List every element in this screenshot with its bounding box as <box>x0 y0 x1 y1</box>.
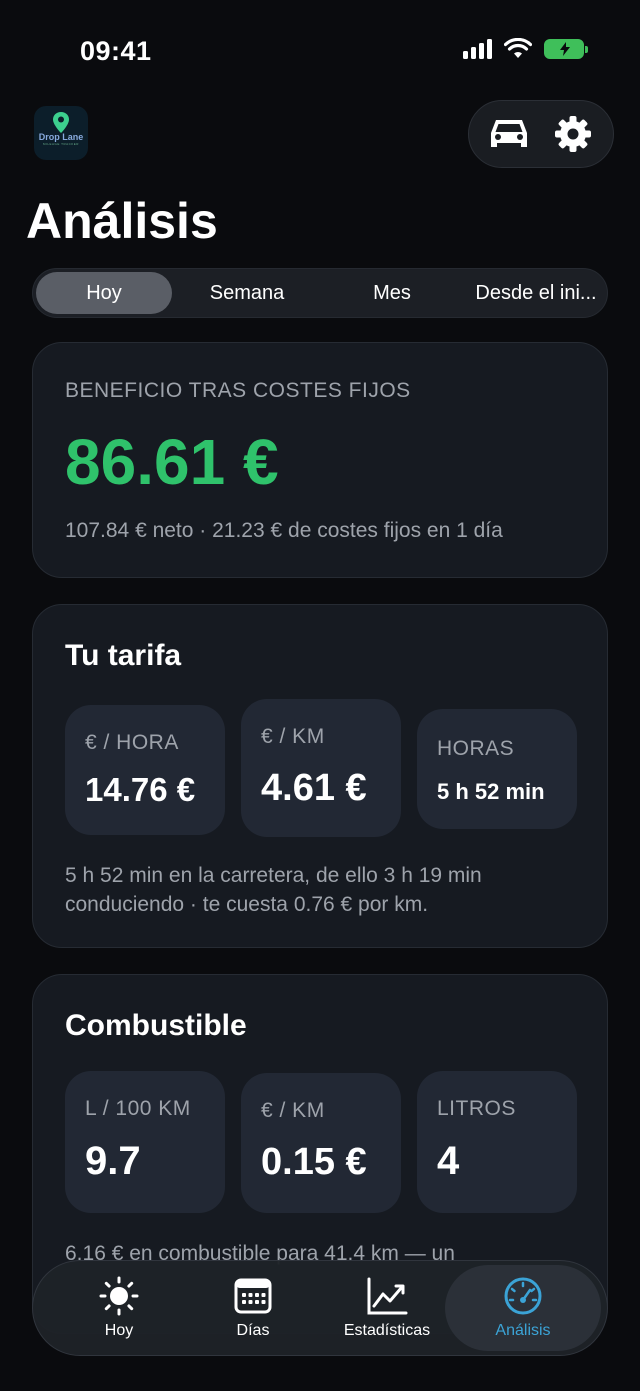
logo-text: Drop Lane <box>38 132 84 142</box>
tab-label: Hoy <box>104 1322 134 1339</box>
vehicle-button[interactable] <box>483 108 535 160</box>
tile-label: € / HORA <box>85 731 179 754</box>
battery-charging-icon <box>544 39 588 59</box>
rate-card: Tu tarifa € / HORA 14.76 € € / KM 4.61 €… <box>32 604 608 948</box>
profit-value: 86.61 € <box>65 426 279 498</box>
tile-label: L / 100 KM <box>85 1097 191 1120</box>
fuel-tile-liters: LITROS 4 <box>417 1071 577 1213</box>
rate-description: 5 h 52 min en la carretera, de ello 3 h … <box>65 861 585 919</box>
segment-month[interactable]: Mes <box>323 269 461 317</box>
period-segmented-control: Hoy Semana Mes Desde el ini... <box>32 268 608 318</box>
tab-bar: Hoy Días Estadísticas Análisis <box>32 1260 608 1356</box>
fuel-card-title: Combustible <box>65 1009 247 1042</box>
segment-today[interactable]: Hoy <box>36 272 172 314</box>
tab-analysis[interactable]: Análisis <box>445 1265 601 1351</box>
tile-label: HORAS <box>437 737 515 760</box>
status-time: 09:41 <box>80 36 152 66</box>
settings-button[interactable] <box>547 108 599 160</box>
tab-label: Análisis <box>495 1322 551 1339</box>
tile-label: € / KM <box>261 1099 325 1122</box>
header-actions <box>468 100 614 168</box>
status-icons <box>463 38 588 60</box>
profit-subtitle: 107.84 € neto · 21.23 € de costes fijos … <box>65 519 503 542</box>
tile-value: 0.15 € <box>261 1141 367 1183</box>
rate-description-line-2: conduciendo · te cuesta 0.76 € por km. <box>65 893 429 916</box>
car-icon <box>491 120 527 147</box>
logo-subtext: MILEAGE TRACKER <box>43 142 79 146</box>
rate-description-line-1: 5 h 52 min en la carretera, de ello 3 h … <box>65 864 482 887</box>
profit-label: BENEFICIO TRAS COSTES FIJOS <box>65 379 411 402</box>
tab-label: Estadísticas <box>343 1322 431 1339</box>
rate-card-title: Tu tarifa <box>65 639 182 672</box>
wifi-icon <box>504 38 532 58</box>
tile-value: 5 h 52 min <box>437 779 545 804</box>
calendar-icon <box>234 1278 272 1314</box>
fuel-tile-cost-per-km: € / KM 0.15 € <box>241 1073 401 1213</box>
tile-label: € / KM <box>261 725 325 748</box>
rate-tile-per-km: € / KM 4.61 € <box>241 699 401 837</box>
segment-week[interactable]: Semana <box>177 269 317 317</box>
profit-card: BENEFICIO TRAS COSTES FIJOS 86.61 € 107.… <box>32 342 608 578</box>
tile-value: 4.61 € <box>261 767 367 809</box>
gear-icon <box>555 116 591 152</box>
tile-value: 4 <box>437 1139 460 1183</box>
tab-today[interactable]: Hoy <box>47 1261 191 1355</box>
segment-since-start[interactable]: Desde el ini... <box>465 269 607 317</box>
rate-tile-per-hour: € / HORA 14.76 € <box>65 705 225 835</box>
speedometer-icon <box>504 1277 542 1315</box>
tile-value: 9.7 <box>85 1139 141 1183</box>
location-pin-icon <box>53 112 69 133</box>
page-title: Análisis <box>26 193 218 249</box>
tab-statistics[interactable]: Estadísticas <box>321 1261 453 1355</box>
cellular-signal-icon <box>463 39 492 59</box>
tile-label: LITROS <box>437 1097 516 1120</box>
fuel-tile-consumption: L / 100 KM 9.7 <box>65 1071 225 1213</box>
chart-icon <box>367 1277 408 1315</box>
tile-value: 14.76 € <box>85 771 196 808</box>
status-bar: 09:41 <box>0 0 640 100</box>
sun-icon <box>99 1276 139 1316</box>
tab-label: Días <box>236 1322 270 1339</box>
rate-tile-hours: HORAS 5 h 52 min <box>417 709 577 829</box>
tab-days[interactable]: Días <box>185 1261 321 1355</box>
app-logo: Drop Lane MILEAGE TRACKER <box>34 106 88 160</box>
